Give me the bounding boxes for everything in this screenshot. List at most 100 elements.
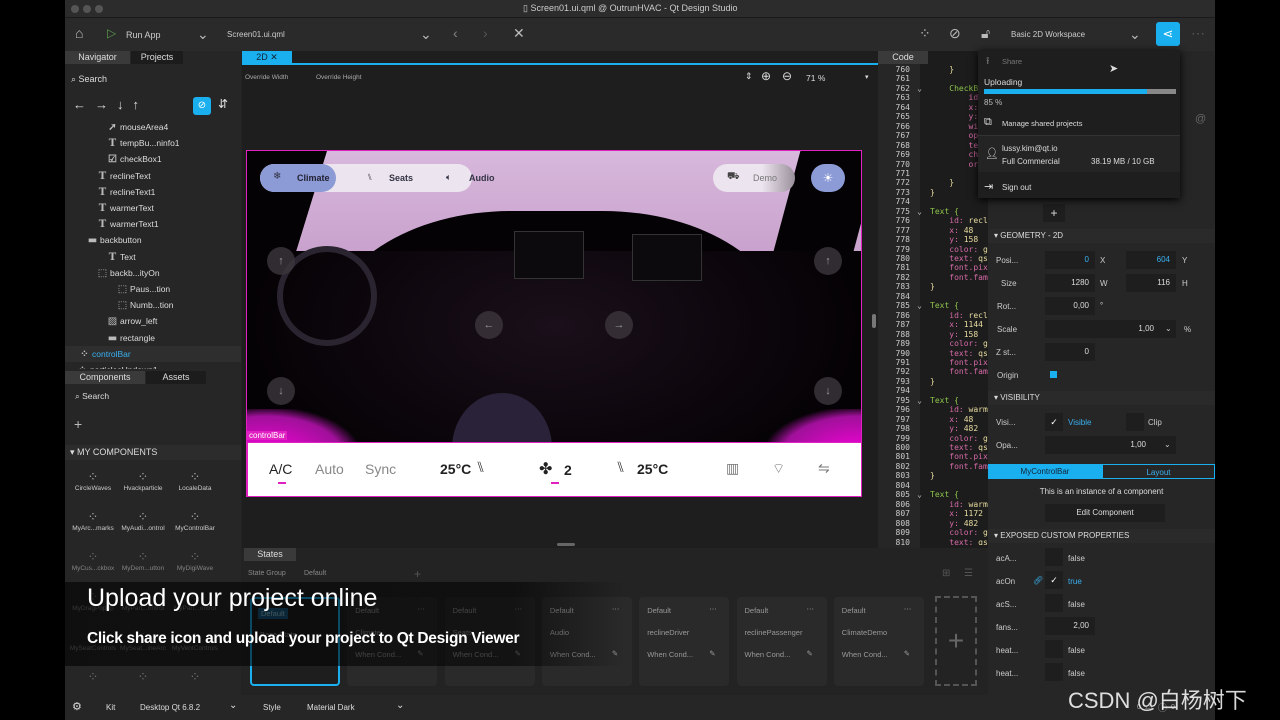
arrow-right-button[interactable]: → <box>605 311 633 339</box>
right-temp[interactable]: 25°C <box>637 461 668 477</box>
visible-checkbox[interactable]: ✓ <box>1045 413 1063 431</box>
my-components-header[interactable]: ▾ MY COMPONENTS <box>65 445 241 460</box>
manage-shared-projects-button[interactable]: Manage shared projects <box>1002 119 1082 128</box>
ac-button[interactable]: A/C <box>269 461 292 477</box>
kit-select[interactable]: Desktop Qt 6.8.2 <box>140 703 200 712</box>
custom-prop-checkbox[interactable] <box>1045 594 1063 612</box>
state-condition[interactable]: When Cond... <box>647 650 693 659</box>
override-height-field[interactable]: Override Height <box>316 74 362 81</box>
design-canvas[interactable]: ❄ Climate ⑊ Seats 🔈︎ Audio ⛟ Demo ☀ ↑ ↑ … <box>246 150 862 497</box>
filter-toggle[interactable]: ⊘ <box>193 97 211 115</box>
code-scrollbar[interactable] <box>872 314 876 328</box>
navigator-search-input[interactable]: ⌕ Search <box>71 71 236 88</box>
share-menu-item[interactable]: Share <box>1002 57 1022 66</box>
at-icon[interactable]: @ <box>1195 113 1206 125</box>
tree-item[interactable]: ☑checkBox1 <box>107 151 162 167</box>
tab-states[interactable]: States <box>244 548 296 561</box>
components-icon[interactable]: ⁘ <box>919 25 931 42</box>
tree-item[interactable]: ⬚Numb...tion <box>117 297 173 313</box>
fan-speed[interactable]: 2 <box>564 462 572 478</box>
zoom-chevron-icon[interactable]: ▾ <box>865 73 869 81</box>
override-width-field[interactable]: Override Width <box>245 74 288 81</box>
state-condition[interactable]: When Cond... <box>842 650 888 659</box>
tree-item[interactable]: TwarmerText1 <box>97 216 159 232</box>
component-item[interactable]: ⁘MyAudi...ontrol <box>118 509 168 532</box>
workspace-chevron-icon[interactable]: ⌄ <box>1129 26 1141 43</box>
edit-component-button[interactable]: Edit Component <box>1045 504 1165 522</box>
geometry-section-header[interactable]: ▾ GEOMETRY - 2D <box>988 229 1215 243</box>
fold-chevron-icon[interactable]: ⌄ <box>914 301 922 311</box>
tab-navigator[interactable]: Navigator <box>65 51 130 64</box>
state-menu-icon[interactable]: ⋯ <box>904 604 912 613</box>
custom-prop-input[interactable]: 2,00 <box>1045 617 1095 635</box>
position-x-input[interactable]: 0 <box>1045 251 1095 269</box>
tab-mycontrolbar[interactable]: MyControlBar <box>988 464 1102 479</box>
list-view-icon[interactable]: ☰ <box>964 568 973 579</box>
tab-code[interactable]: Code <box>878 51 928 64</box>
edit-condition-icon[interactable]: ✎ <box>904 649 910 658</box>
tree-item[interactable]: TtempBu...ninfo1 <box>107 135 180 151</box>
edit-icon[interactable]: ⊘ <box>949 25 961 42</box>
auto-button[interactable]: Auto <box>315 461 344 477</box>
state-menu-icon[interactable]: ⋯ <box>807 604 815 613</box>
left-temp[interactable]: 25°C <box>440 461 471 477</box>
state-menu-icon[interactable]: ⋯ <box>709 604 717 613</box>
seat-heat-right-icon[interactable]: ⑊ <box>616 459 625 476</box>
lock-icon[interactable]: 🔓︎ <box>981 25 990 42</box>
file-chevron-icon[interactable]: ⌄ <box>420 26 432 43</box>
tree-item[interactable]: ▨arrow_left <box>107 313 157 329</box>
style-chevron-icon[interactable]: ⌄ <box>396 700 404 711</box>
add-property-button[interactable]: + <box>1043 204 1065 222</box>
tree-item[interactable]: ▬backbutton <box>87 232 142 248</box>
clip-checkbox[interactable] <box>1126 413 1144 431</box>
custom-properties-header[interactable]: ▾ EXPOSED CUSTOM PROPERTIES <box>988 529 1215 543</box>
tree-item[interactable]: ▬rectangle <box>107 330 155 346</box>
close-file-icon[interactable]: ✕ <box>513 25 525 42</box>
z-input[interactable]: 0 <box>1045 343 1095 361</box>
custom-prop-checkbox[interactable] <box>1045 640 1063 658</box>
zoom-out-icon[interactable]: ⊖ <box>782 69 792 83</box>
add-module-icon[interactable]: + <box>74 416 82 432</box>
component-item[interactable]: ⁘ <box>118 669 168 685</box>
theme-toggle[interactable]: ☀ <box>811 164 845 192</box>
forward-icon[interactable]: › <box>483 25 488 41</box>
add-state-group-icon[interactable]: + <box>414 567 421 581</box>
tree-item[interactable]: ⁘particlesUndown1 <box>77 362 158 369</box>
component-item[interactable]: ⁘MyDigiWave <box>170 549 220 572</box>
visibility-section-header[interactable]: ▾ VISIBILITY <box>988 391 1215 405</box>
arrow-up-left-button[interactable]: ↑ <box>267 247 295 275</box>
rear-defrost-icon[interactable]: ▥ <box>726 460 739 477</box>
seat-heat-left-icon[interactable]: ⑊ <box>476 459 485 476</box>
component-item[interactable]: ⁘ <box>170 669 220 685</box>
tree-item[interactable]: ⁘controlBar <box>65 346 241 362</box>
arrow-down-right-button[interactable]: ↓ <box>814 377 842 405</box>
size-height-input[interactable]: 116 <box>1126 274 1176 292</box>
add-state-button[interactable]: + <box>935 596 977 686</box>
tree-item[interactable]: TreclineText <box>97 168 151 184</box>
tree-item[interactable]: TText <box>107 249 136 265</box>
more-icon[interactable]: ⋯ <box>1191 25 1205 42</box>
custom-prop-checkbox[interactable] <box>1045 663 1063 681</box>
arrow-down-left-button[interactable]: ↓ <box>267 377 295 405</box>
edit-condition-icon[interactable]: ✎ <box>709 649 715 658</box>
opacity-input[interactable]: 1,00 <box>1045 436 1176 454</box>
state-group-select[interactable]: Default <box>304 570 326 577</box>
settings-gear-icon[interactable]: ⚙ <box>72 700 82 713</box>
fold-chevron-icon[interactable]: ⌄ <box>914 207 922 217</box>
tab-components[interactable]: Components <box>65 371 145 384</box>
sync-button[interactable]: Sync <box>365 461 396 477</box>
open-file-select[interactable]: Screen01.ui.qml <box>227 30 285 39</box>
component-item[interactable]: ⁘MyArc...marks <box>68 509 118 532</box>
arrow-up-right-button[interactable]: ↑ <box>814 247 842 275</box>
binding-link-icon[interactable]: 🔗︎ <box>1033 576 1043 585</box>
fold-chevron-icon[interactable]: ⌄ <box>914 396 922 406</box>
sign-out-button[interactable]: Sign out <box>1002 183 1031 192</box>
state-card[interactable]: Default⋯ClimateDemoWhen Cond...✎ <box>834 597 924 686</box>
component-item[interactable]: ⁘LocaleData <box>170 469 220 492</box>
tree-item[interactable]: ⬚Paus...tion <box>117 281 170 297</box>
tab-layout[interactable]: Layout <box>1102 464 1215 479</box>
component-item[interactable]: ⁘CircleWaves <box>68 469 118 492</box>
tree-item[interactable]: ➚mouseArea4 <box>107 119 168 135</box>
fold-chevron-icon[interactable]: ⌄ <box>914 84 922 94</box>
zoom-in-icon[interactable]: ⊕ <box>761 69 771 83</box>
